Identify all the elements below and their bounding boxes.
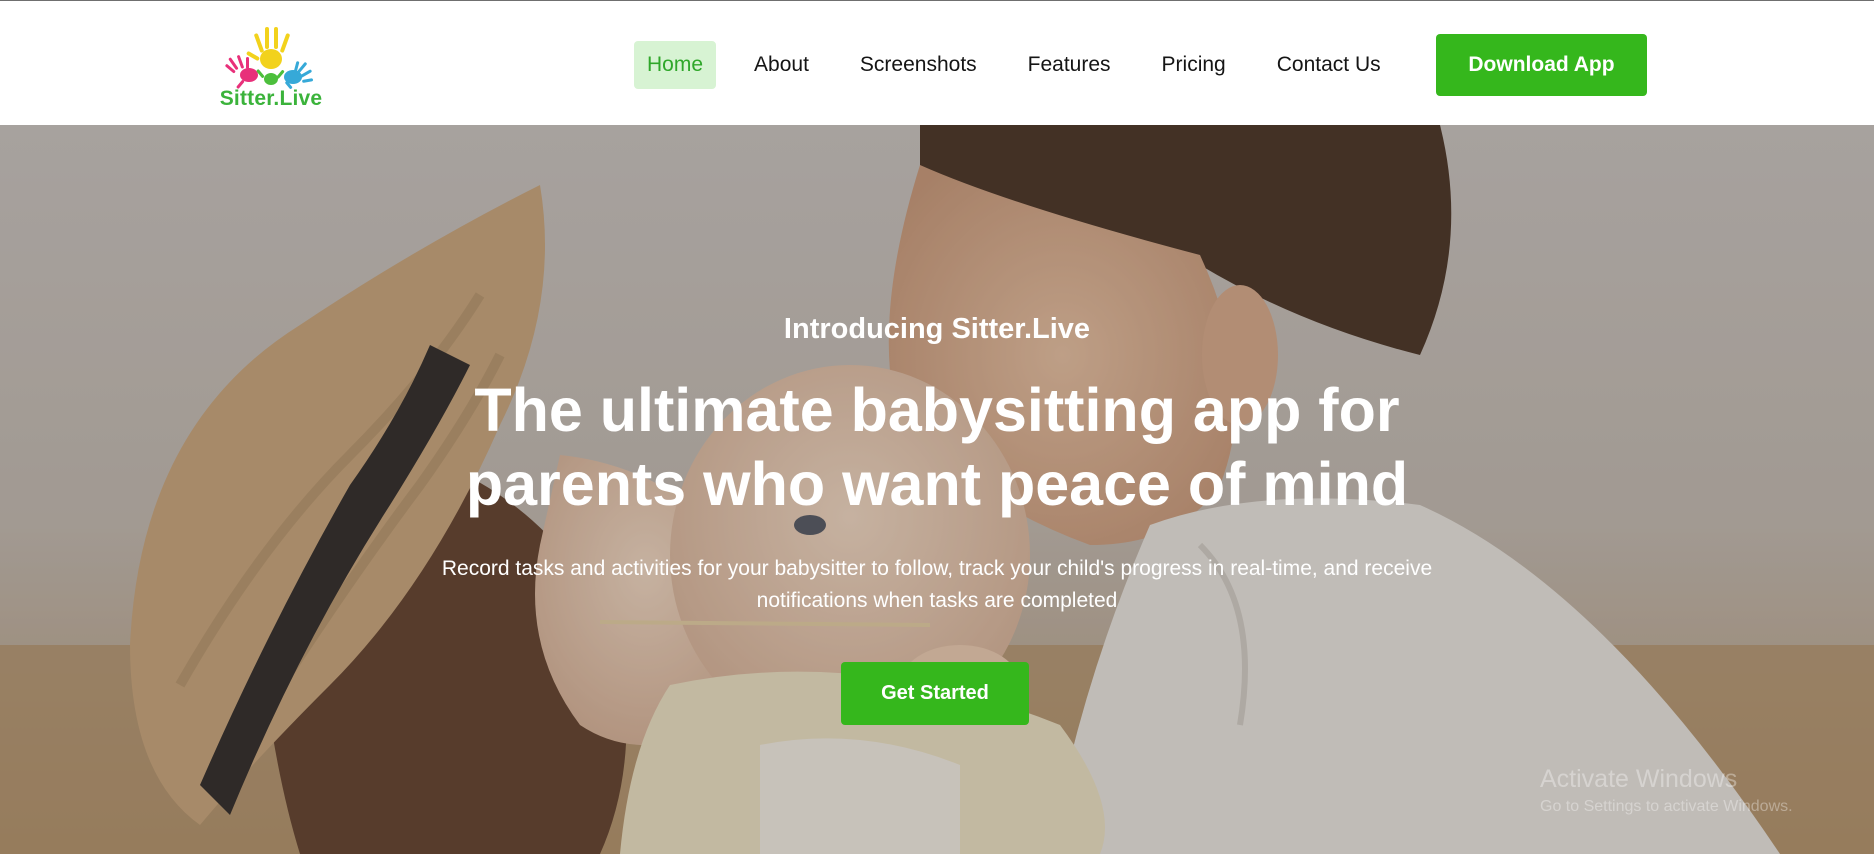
landing-page: Sitter.Live Home About Screenshots Featu… — [0, 0, 1874, 854]
nav-item-pricing[interactable]: Pricing — [1149, 41, 1239, 89]
nav-item-features[interactable]: Features — [1015, 41, 1124, 89]
watermark-title: Activate Windows — [1540, 765, 1738, 793]
site-header: Sitter.Live Home About Screenshots Featu… — [0, 0, 1874, 125]
activate-windows-watermark: Activate Windows Go to Settings to activ… — [1540, 765, 1793, 816]
logo[interactable]: Sitter.Live — [218, 23, 324, 113]
nav-item-contact-us[interactable]: Contact Us — [1264, 41, 1394, 89]
hero-headline: The ultimate babysitting app for parents… — [465, 376, 1409, 518]
watermark-subtitle: Go to Settings to activate Windows. — [1540, 798, 1793, 815]
brand-name: Sitter.Live — [219, 87, 323, 110]
handprints-logo-icon — [225, 27, 314, 89]
download-app-button[interactable]: Download App — [1436, 34, 1647, 96]
nav-item-about[interactable]: About — [741, 41, 822, 89]
nav-item-screenshots[interactable]: Screenshots — [847, 41, 990, 89]
get-started-button[interactable]: Get Started — [841, 662, 1029, 725]
hero-subtext: Record tasks and activities for your bab… — [441, 557, 1433, 612]
hero-section: Introducing Sitter.Live The ultimate bab… — [0, 125, 1874, 854]
main-nav: Home About Screenshots Features Pricing … — [634, 41, 1394, 89]
nav-item-home[interactable]: Home — [634, 41, 717, 89]
hero-eyebrow: Introducing Sitter.Live — [783, 313, 1091, 345]
